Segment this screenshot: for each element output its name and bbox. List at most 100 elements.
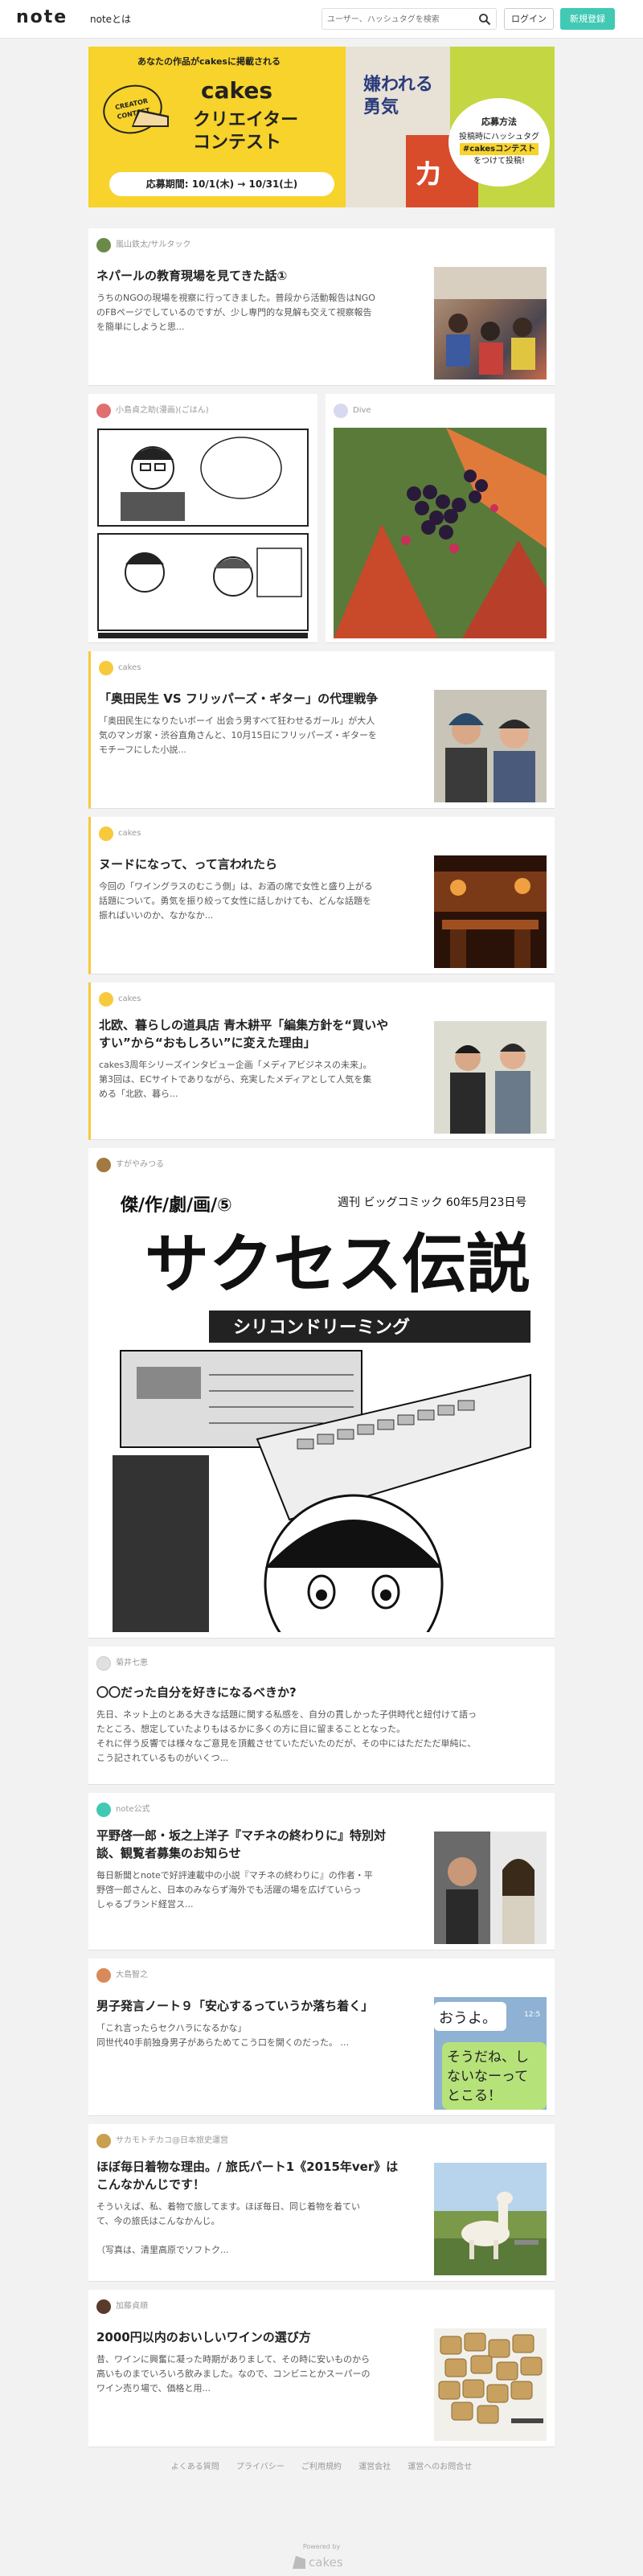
manga-image[interactable] — [96, 428, 309, 638]
site-header: note noteとは ログイン 新規登録 — [0, 0, 643, 39]
avatar — [96, 1803, 111, 1817]
card-thumbnail[interactable] — [434, 2328, 547, 2441]
author[interactable]: cakes — [99, 827, 141, 841]
author[interactable]: 加藤貞順 — [96, 2299, 148, 2314]
chat-text-2: そうだね、し — [447, 2049, 529, 2065]
card-title[interactable]: ネパールの教育現場を見てきた話① — [96, 267, 287, 285]
corks-photo — [434, 2328, 547, 2441]
card-title[interactable]: 男子発言ノート９「安心するっていうか落ち着く」 — [96, 1997, 373, 2015]
avatar — [96, 404, 111, 418]
alpaca-photo — [434, 2163, 547, 2275]
author-name: すがやみつる — [116, 1160, 164, 1169]
card-excerpt: うちのNGOの現場を視察に行ってきました。普段から活動報告はNGO のFBページ… — [96, 291, 375, 334]
card-thumbnail[interactable]: おうよ。 12:5 そうだね、し ないなーって とこる！ — [434, 1997, 547, 2110]
author[interactable]: 小島貞之助(漫画)(ごはん) — [96, 404, 209, 418]
footer-link-contact[interactable]: 運営へのお問合せ — [408, 2463, 472, 2471]
cakes-logo[interactable]: cakes — [291, 2553, 352, 2570]
author[interactable]: すがやみつる — [96, 1158, 164, 1172]
card-excerpt: cakes3周年シリーズインタビュー企画「メディアビジネスの未来」。 第3回は、… — [99, 1058, 371, 1101]
note-card[interactable]: 加藤貞順 2000円以内のおいしいワインの選び方 昔、ワインに興奮に凝った時期が… — [88, 2290, 555, 2447]
excerpt-line: 先日、ネット上のとある大きな話題に関する私感を、自分の貫しかった子供時代と紐付け… — [96, 1709, 477, 1720]
book-cover-1-title: 嫌われる勇気 — [363, 75, 433, 117]
manga-header-text: 傑/作/劇/画/⑤ — [120, 1195, 232, 1216]
author-name: 大島智之 — [116, 1971, 148, 1979]
card-title[interactable]: 〇〇だった自分を好きになるべきか? — [96, 1684, 297, 1701]
card-excerpt: 「これ言ったらセクハラになるかな」 同世代40手前独身男子があらためてこう口を開… — [96, 2021, 349, 2050]
search-icon[interactable] — [478, 13, 491, 26]
chat-text-3: ないなーって — [447, 2069, 528, 2085]
author[interactable]: cakes — [99, 992, 141, 1007]
cakes-logo-text: cakes — [309, 2555, 343, 2570]
footer-link-company[interactable]: 運営会社 — [358, 2463, 391, 2471]
card-excerpt: 昔、ワインに興奮に凝った時期がありまして、その時に安いものから 高いものまでいろ… — [96, 2352, 370, 2396]
author[interactable]: Dive — [334, 404, 371, 418]
note-card[interactable]: note公式 平野啓一郎・坂之上洋子『マチネの終わりに』特別対 談、観覧者募集の… — [88, 1793, 555, 1950]
card-title[interactable]: 平野啓一郎・坂之上洋子『マチネの終わりに』特別対 談、観覧者募集のお知らせ — [96, 1827, 386, 1862]
title-line: こんなかんじです！ — [96, 2177, 206, 2192]
berries-photo — [334, 428, 547, 638]
footer-link-faq[interactable]: よくある質問 — [171, 2463, 219, 2471]
excerpt-line: を簡単にしようと思... — [96, 322, 185, 332]
card-title[interactable]: 北欧、暮らしの道具店 青木耕平「編集方針を“買いや すい”から“おもしろい”に変… — [99, 1016, 388, 1052]
card-thumbnail[interactable] — [434, 1021, 547, 1134]
author[interactable]: 嵐山鉄太/サルタック — [96, 238, 190, 252]
author[interactable]: note公式 — [96, 1803, 150, 1817]
note-card[interactable]: 嵐山鉄太/サルタック ネパールの教育現場を見てきた話① うちのNGOの現場を視察… — [88, 228, 555, 386]
excerpt-line: こう記されているものがいくつ... — [96, 1753, 229, 1763]
card-title[interactable]: 2000円以内のおいしいワインの選び方 — [96, 2328, 311, 2346]
excerpt-line: たところ、想定していたよりもはるかに多くの方に目に留まることとなった。 — [96, 1724, 406, 1734]
note-card[interactable]: 大島智之 男子発言ノート９「安心するっていうか落ち着く」 「これ言ったらセクハラ… — [88, 1959, 555, 2116]
card-thumbnail[interactable] — [434, 267, 547, 379]
cakes-card[interactable]: cakes ヌードになって、って言われたら 今回の「ワイングラスのむこう側」は、… — [88, 817, 555, 974]
author[interactable]: 大島智之 — [96, 1968, 148, 1983]
card-title[interactable]: 「奥田民生 VS フリッパーズ・ギター」の代理戦争 — [99, 690, 378, 708]
search-box[interactable] — [322, 8, 497, 30]
card-photo[interactable] — [334, 428, 547, 638]
login-button[interactable]: ログイン — [504, 8, 554, 30]
avatar — [334, 404, 348, 418]
card-thumbnail[interactable] — [434, 2163, 547, 2275]
note-card[interactable]: すがやみつる 傑/作/劇/画/⑤ 週刊 ビッグコミック 60年5月23日号 サク… — [88, 1148, 555, 1639]
card-thumbnail[interactable] — [434, 1832, 547, 1944]
excerpt-line: のFBページでしているのですが、少し専門的な見解も交えて視察報告 — [96, 307, 372, 318]
card-thumbnail[interactable] — [434, 855, 547, 968]
cakes-contest-banner[interactable]: あなたの作品がcakesに掲載される CREATOR CONTEST cakes… — [88, 47, 555, 207]
author-name: cakes — [118, 829, 141, 838]
author[interactable]: 菊井七恵 — [96, 1656, 148, 1671]
footer-link-terms[interactable]: ご利用規約 — [301, 2463, 342, 2471]
note-logo[interactable]: note — [16, 7, 68, 27]
avatar — [96, 238, 111, 252]
excerpt-line: cakes3周年シリーズインタビュー企画「メディアビジネスの未来」。 — [99, 1060, 372, 1070]
note-card[interactable]: 菊井七恵 〇〇だった自分を好きになるべきか? 先日、ネット上のとある大きな話題に… — [88, 1647, 555, 1785]
author-name: 菊井七恵 — [116, 1659, 148, 1667]
avatar — [96, 1656, 111, 1671]
card-title[interactable]: ほぼ毎日着物な理由。/ 旅氏パート1《2015年ver》は こんなかんじです！ — [96, 2158, 398, 2193]
about-link[interactable]: noteとは — [90, 12, 131, 26]
chat-screenshot: おうよ。 12:5 そうだね、し ないなーって とこる！ — [434, 1997, 547, 2110]
excerpt-line: （写真は、清里高原でソフトク... — [96, 2245, 229, 2255]
author-name: note公式 — [116, 1805, 150, 1814]
card-excerpt: 毎日新聞とnoteで好評連載中の小説『マチネの終わりに』の作者・平 野啓一郎さん… — [96, 1868, 373, 1912]
bar-photo — [434, 855, 547, 968]
banner-title-cakes: cakes — [201, 77, 273, 104]
cakes-card[interactable]: cakes 「奥田民生 VS フリッパーズ・ギター」の代理戦争 「奥田民生になり… — [88, 651, 555, 809]
note-card[interactable]: 小島貞之助(漫画)(ごはん) — [88, 394, 317, 643]
note-card[interactable]: サカモトチカコ@日本旅史運営 ほぼ毎日着物な理由。/ 旅氏パート1《2015年v… — [88, 2124, 555, 2282]
footer-link-privacy[interactable]: プライバシー — [236, 2463, 285, 2471]
card-excerpt: 今回の「ワイングラスのむこう側」は、お酒の席で女性と盛り上がる 話題について。勇… — [99, 880, 373, 923]
search-input[interactable] — [327, 12, 472, 27]
book-cover-3-title: カ — [414, 158, 444, 191]
cakes-card[interactable]: cakes 北欧、暮らしの道具店 青木耕平「編集方針を“買いや すい”から“おも… — [88, 982, 555, 1140]
banner-period: 応募期間: 10/1(木) → 10/31(土) — [109, 172, 334, 196]
card-thumbnail[interactable] — [434, 690, 547, 802]
classroom-photo — [434, 267, 547, 375]
chat-time: 12:5 — [524, 2011, 540, 2019]
manga-cover-image[interactable]: 傑/作/劇/画/⑤ 週刊 ビッグコミック 60年5月23日号 サクセス伝説 シリ… — [96, 1182, 547, 1632]
note-card[interactable]: Dive — [326, 394, 555, 643]
excerpt-line — [96, 2229, 360, 2243]
register-button[interactable]: 新規登録 — [560, 8, 615, 30]
card-excerpt: 先日、ネット上のとある大きな話題に関する私感を、自分の貫しかった子供時代と紐付け… — [96, 1708, 477, 1766]
card-title[interactable]: ヌードになって、って言われたら — [99, 855, 277, 873]
author[interactable]: cakes — [99, 661, 141, 675]
author[interactable]: サカモトチカコ@日本旅史運営 — [96, 2134, 228, 2148]
